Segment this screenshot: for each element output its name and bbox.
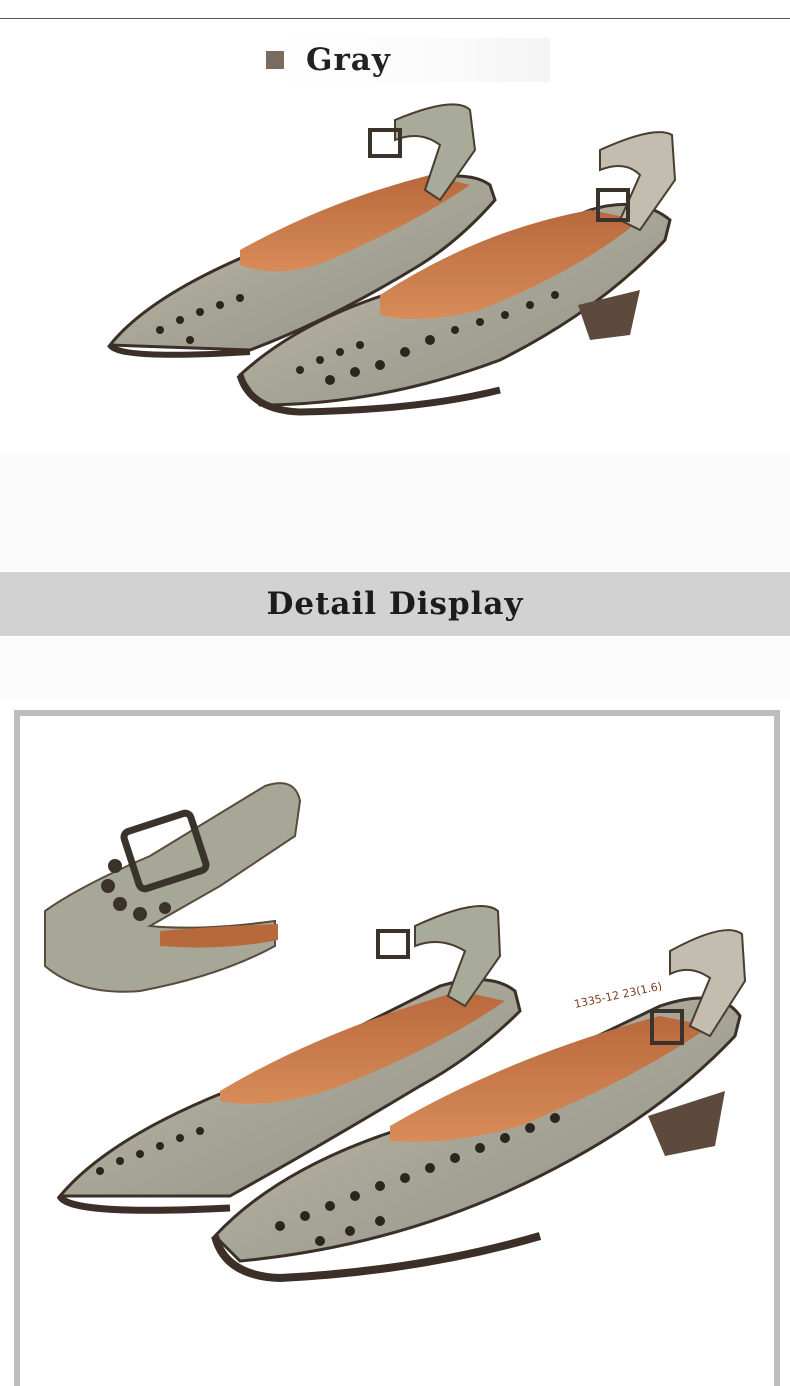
section-title: Detail Display [266,586,524,622]
color-variant-label: Gray [266,38,550,82]
spacer-band [0,452,790,570]
insole-print: 1335-12 23(1.6) [573,980,663,1011]
square-swatch-icon [266,51,284,69]
color-name: Gray [306,42,391,78]
buckle-closeup [44,782,302,993]
detail-section-header: Detail Display [0,572,790,636]
product-photo-top [0,90,790,450]
detail-photo-frame: 1335-12 23(1.6) [14,710,780,1386]
top-divider [0,18,790,19]
spacer-band-2 [0,638,790,698]
